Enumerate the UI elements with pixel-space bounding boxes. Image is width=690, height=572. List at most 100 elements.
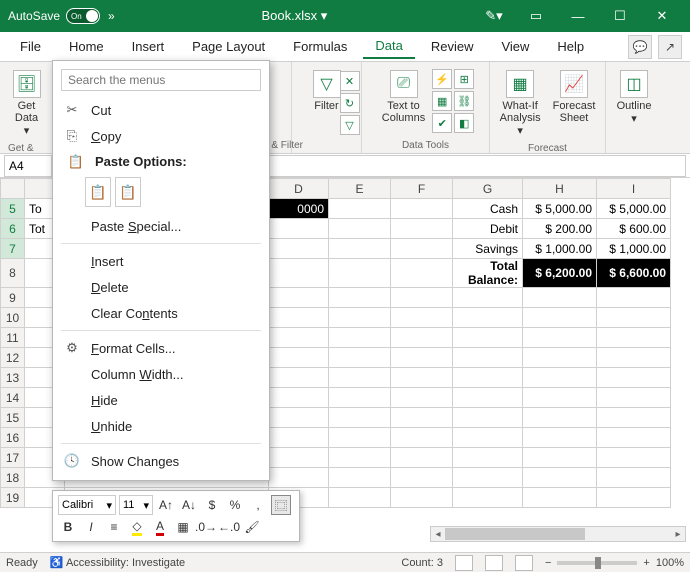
col-header-i[interactable]: I: [597, 179, 671, 199]
cell[interactable]: [391, 488, 453, 508]
cell[interactable]: [453, 488, 523, 508]
cell[interactable]: [597, 468, 671, 488]
cell[interactable]: [523, 448, 597, 468]
horizontal-scrollbar[interactable]: ◂ ▸: [430, 526, 686, 542]
cell[interactable]: [391, 328, 453, 348]
cell[interactable]: [523, 308, 597, 328]
cell[interactable]: 0000: [269, 199, 329, 219]
tab-file[interactable]: File: [8, 35, 53, 58]
zoom-out-icon[interactable]: −: [545, 557, 551, 569]
col-header-e[interactable]: E: [329, 179, 391, 199]
cell[interactable]: [597, 488, 671, 508]
cell[interactable]: [391, 448, 453, 468]
tab-home[interactable]: Home: [57, 35, 116, 58]
clear-filter-icon[interactable]: ✕: [340, 71, 360, 91]
percent-format-icon[interactable]: %: [225, 495, 245, 515]
context-cut[interactable]: ✂Cut: [55, 97, 267, 123]
format-painter-icon[interactable]: ⿴: [271, 495, 291, 515]
cell[interactable]: [269, 408, 329, 428]
data-validation-icon[interactable]: ✔: [432, 113, 452, 133]
tab-formulas[interactable]: Formulas: [281, 35, 359, 58]
cell[interactable]: [269, 308, 329, 328]
cell[interactable]: [269, 259, 329, 288]
cell[interactable]: [269, 468, 329, 488]
cell[interactable]: [523, 348, 597, 368]
increase-decimal-icon[interactable]: .0→: [196, 517, 216, 537]
cell[interactable]: [453, 428, 523, 448]
cell[interactable]: [329, 219, 391, 239]
cell[interactable]: [391, 408, 453, 428]
context-search-input[interactable]: [61, 69, 261, 91]
cell[interactable]: [597, 428, 671, 448]
cell[interactable]: [391, 468, 453, 488]
row-header[interactable]: 8: [1, 259, 25, 288]
comma-format-icon[interactable]: ,: [248, 495, 268, 515]
cell[interactable]: [269, 368, 329, 388]
tab-view[interactable]: View: [489, 35, 541, 58]
cell[interactable]: $ 1,000.00: [523, 239, 597, 259]
cell[interactable]: [597, 368, 671, 388]
cell[interactable]: [329, 259, 391, 288]
cell[interactable]: [329, 348, 391, 368]
autosave-toggle[interactable]: On: [66, 8, 100, 24]
cell[interactable]: [523, 288, 597, 308]
cell[interactable]: [597, 328, 671, 348]
cell[interactable]: [453, 328, 523, 348]
cell[interactable]: Total Balance:: [453, 259, 523, 288]
cell[interactable]: [391, 388, 453, 408]
decrease-font-icon[interactable]: A↓: [179, 495, 199, 515]
cell[interactable]: [523, 488, 597, 508]
comments-icon[interactable]: 💬: [628, 35, 652, 59]
more-commands-icon[interactable]: »: [108, 9, 115, 23]
paste-option-2[interactable]: 📋: [115, 177, 141, 207]
cell[interactable]: [453, 408, 523, 428]
cell[interactable]: $ 5,000.00: [597, 199, 671, 219]
cell[interactable]: [391, 199, 453, 219]
cell[interactable]: [453, 468, 523, 488]
cell[interactable]: [329, 368, 391, 388]
context-clear-contents[interactable]: Clear Contents: [55, 300, 267, 326]
minimize-icon[interactable]: —: [558, 2, 598, 30]
cell[interactable]: $ 1,000.00: [597, 239, 671, 259]
select-all[interactable]: [1, 179, 25, 199]
cell[interactable]: [597, 448, 671, 468]
size-select[interactable]: 11▾: [119, 495, 153, 515]
tab-data[interactable]: Data: [363, 34, 414, 59]
row-header[interactable]: 5: [1, 199, 25, 219]
cell[interactable]: [329, 388, 391, 408]
cell[interactable]: [329, 288, 391, 308]
context-show-changes[interactable]: 🕓Show Changes: [55, 448, 267, 474]
context-paste-special[interactable]: Paste Special...: [55, 213, 267, 239]
tab-help[interactable]: Help: [545, 35, 596, 58]
tab-review[interactable]: Review: [419, 35, 486, 58]
cell[interactable]: [453, 368, 523, 388]
row-header[interactable]: 16: [1, 428, 25, 448]
row-header[interactable]: 17: [1, 448, 25, 468]
autosave[interactable]: AutoSave On: [8, 8, 100, 24]
cell[interactable]: [329, 239, 391, 259]
cell[interactable]: [523, 468, 597, 488]
consolidate-icon[interactable]: ⊞: [454, 69, 474, 89]
cell[interactable]: [523, 388, 597, 408]
cell[interactable]: [329, 308, 391, 328]
cell[interactable]: [269, 219, 329, 239]
border-icon[interactable]: ▦: [173, 517, 193, 537]
cell[interactable]: [329, 468, 391, 488]
row-header[interactable]: 19: [1, 488, 25, 508]
cell[interactable]: [523, 428, 597, 448]
cell[interactable]: [391, 259, 453, 288]
zoom-in-icon[interactable]: +: [643, 557, 649, 569]
paste-option-1[interactable]: 📋: [85, 177, 111, 207]
maximize-icon[interactable]: ☐: [600, 2, 640, 30]
decrease-decimal-icon[interactable]: ←.0: [219, 517, 239, 537]
cell[interactable]: [597, 288, 671, 308]
font-select[interactable]: Calibri▾: [58, 495, 116, 515]
bold-icon[interactable]: B: [58, 517, 78, 537]
row-header[interactable]: 11: [1, 328, 25, 348]
cell[interactable]: Cash: [453, 199, 523, 219]
page-layout-view-icon[interactable]: [485, 555, 503, 571]
context-copy[interactable]: ⎘Copy: [55, 123, 267, 149]
cell[interactable]: [269, 239, 329, 259]
cell[interactable]: [391, 219, 453, 239]
row-header[interactable]: 9: [1, 288, 25, 308]
